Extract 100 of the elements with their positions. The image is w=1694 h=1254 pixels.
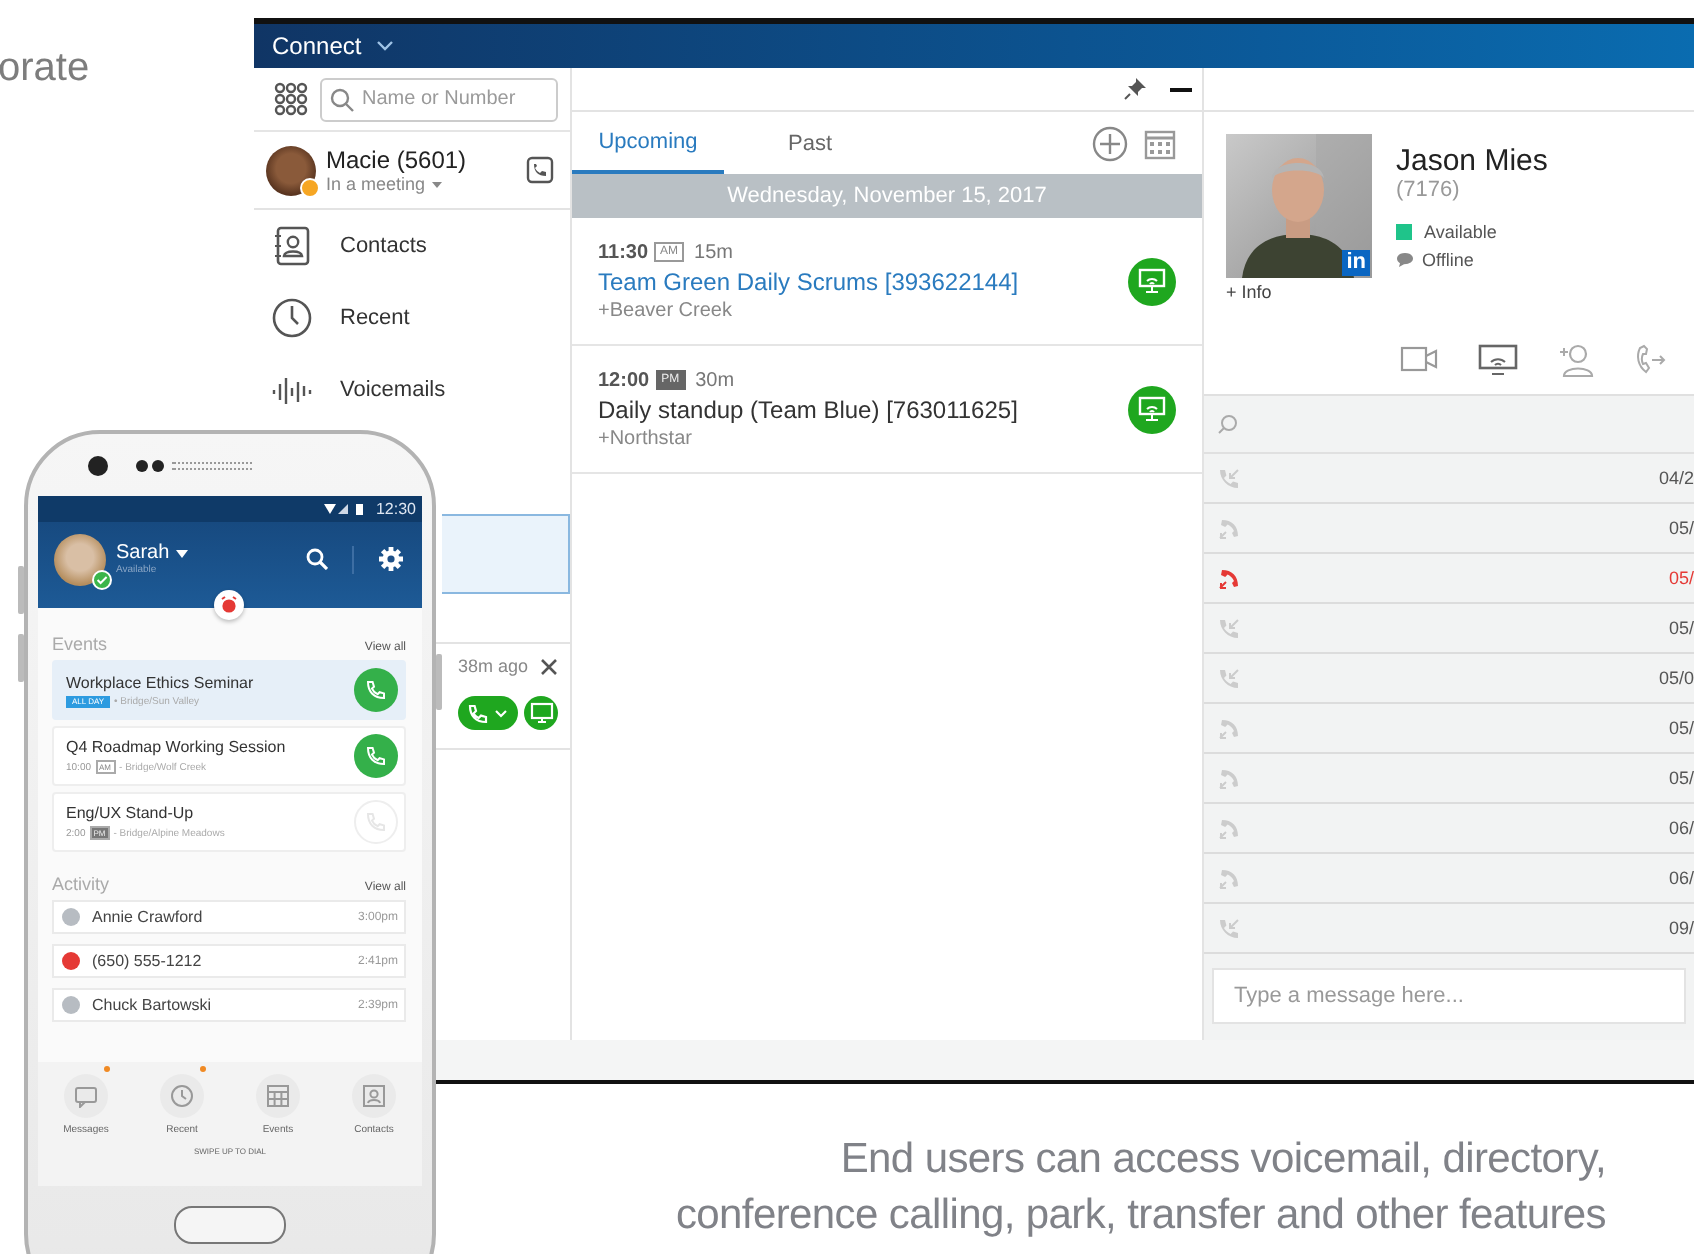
caret-icon[interactable]: [175, 549, 188, 557]
contacts-icon: [272, 226, 312, 266]
call-button[interactable]: [354, 668, 398, 712]
search-field[interactable]: Name or Number: [320, 77, 558, 121]
info-link[interactable]: + Info: [1226, 282, 1372, 302]
add-person-icon[interactable]: [1558, 343, 1594, 377]
contact-extension: (7176): [1396, 178, 1462, 202]
settings-icon[interactable]: [378, 546, 404, 572]
call-button[interactable]: [354, 734, 398, 778]
status-dropdown[interactable]: In a meeting: [326, 174, 426, 194]
event-title[interactable]: Team Green Daily Scrums [393622144]: [598, 267, 1128, 295]
notification-time: 38m ago: [457, 656, 528, 676]
event-title: Workplace Ethics Seminar: [66, 673, 256, 691]
calendar-icon: [266, 1084, 290, 1108]
outgoing-call-icon: [1218, 817, 1240, 839]
home-button[interactable]: [174, 1206, 286, 1244]
sensor-icon: [136, 459, 164, 471]
phone-icon: [366, 812, 386, 832]
clock-icon: [170, 1084, 194, 1108]
call-history-row[interactable]: 05/: [1204, 554, 1694, 604]
waveform-icon: [272, 374, 312, 406]
call-button[interactable]: [458, 696, 518, 730]
screen-share-icon[interactable]: [1478, 344, 1518, 376]
event-title: Q4 Roadmap Working Session: [66, 738, 288, 756]
clock-text: 12:30: [375, 500, 416, 518]
call-history-row[interactable]: 05/: [1204, 504, 1694, 554]
call-date: 05/0: [1658, 668, 1694, 688]
minimize-icon[interactable]: [1170, 85, 1192, 93]
event-title: Eng/UX Stand-Up: [66, 804, 196, 822]
missed-call-icon: [1218, 567, 1240, 589]
avatar-icon: [54, 533, 106, 585]
call-history-row[interactable]: 09/: [1204, 904, 1694, 954]
event-duration: 15m: [694, 241, 733, 263]
nav-item[interactable]: Contacts: [254, 210, 570, 282]
call-date: 06/: [1668, 868, 1694, 888]
user-menu[interactable]: Sarah: [116, 542, 170, 564]
contact-name: Jason Mies: [1396, 144, 1548, 178]
tab[interactable]: Past: [740, 112, 880, 174]
presence-icon: [1396, 224, 1412, 240]
call-history-row[interactable]: 05/0: [1204, 654, 1694, 704]
contacts-icon: [362, 1084, 386, 1108]
video-icon[interactable]: [1400, 346, 1438, 374]
caption-text: End users can access voicemail, directory, conference calling, park, transfer and other features: [675, 1134, 1606, 1242]
call-history-row[interactable]: 05/: [1204, 704, 1694, 754]
phone-icon: [366, 746, 386, 766]
dialpad-icon[interactable]: [274, 82, 308, 116]
date-header: Wednesday, November 15, 2017: [572, 174, 1202, 218]
chat-status: Offline: [1422, 250, 1474, 270]
screen-share-button[interactable]: [524, 696, 558, 730]
call-history-row[interactable]: 06/: [1204, 854, 1694, 904]
incoming-call-icon: [1218, 667, 1240, 689]
user-name: Macie (5601): [326, 146, 469, 174]
search-icon: [330, 87, 354, 111]
call-date: 05/: [1668, 718, 1694, 738]
incoming-call-icon: [1218, 467, 1240, 489]
phone-icon: [366, 680, 386, 700]
incoming-call-icon: [1218, 617, 1240, 639]
screen-share-button[interactable]: [1128, 385, 1176, 433]
call-date: 09/: [1668, 918, 1694, 938]
call-date: 05/: [1668, 518, 1694, 538]
outgoing-call-icon: [1218, 517, 1240, 539]
event-duration: 30m: [695, 369, 735, 391]
calendar-icon[interactable]: [1144, 127, 1176, 159]
nav-item[interactable]: [442, 514, 570, 594]
monitor-icon: [1138, 268, 1166, 294]
nav-item[interactable]: Voicemails: [254, 354, 570, 426]
nav-item[interactable]: Recent: [254, 282, 570, 354]
incoming-call-icon: [1218, 917, 1240, 939]
heading-text: orate: [0, 44, 90, 92]
camera-icon: [88, 455, 108, 475]
search-icon[interactable]: [306, 548, 328, 570]
call-date: 06/: [1668, 818, 1694, 838]
phone-caret-icon: [466, 701, 510, 725]
outgoing-call-icon: [1218, 867, 1240, 889]
message-input[interactable]: Type a message here...: [1212, 968, 1686, 1024]
transfer-icon[interactable]: [1634, 344, 1666, 376]
message-icon: [74, 1085, 98, 1107]
signal-icon: [323, 502, 368, 516]
speaker-grille: [172, 461, 252, 469]
call-history-row[interactable]: 05/: [1204, 754, 1694, 804]
screen-share-button[interactable]: [1128, 257, 1176, 305]
event-title: Daily standup (Team Blue) [763011625]: [598, 395, 1020, 423]
section-heading: Activity: [52, 874, 110, 894]
caret-icon[interactable]: [431, 181, 442, 187]
close-icon[interactable]: [540, 657, 558, 675]
linkedin-badge[interactable]: in: [1342, 250, 1370, 276]
add-icon[interactable]: [1092, 125, 1128, 161]
monitor-icon: [529, 702, 553, 724]
call-history-row[interactable]: 04/2: [1204, 454, 1694, 504]
monitor-icon: [1138, 396, 1166, 422]
activity-name: Chuck Bartowski: [92, 996, 214, 1014]
presence-status: Available: [1424, 222, 1497, 242]
call-history-row[interactable]: 06/: [1204, 804, 1694, 854]
phone-icon[interactable]: [526, 156, 554, 184]
app-menu[interactable]: Connect: [272, 32, 362, 60]
event-time: 11:30: [598, 241, 649, 263]
caret-icon[interactable]: [375, 40, 394, 52]
chat-bubble-icon: [1396, 252, 1414, 268]
pin-icon[interactable]: [1124, 78, 1146, 100]
call-history-row[interactable]: 05/: [1204, 604, 1694, 654]
